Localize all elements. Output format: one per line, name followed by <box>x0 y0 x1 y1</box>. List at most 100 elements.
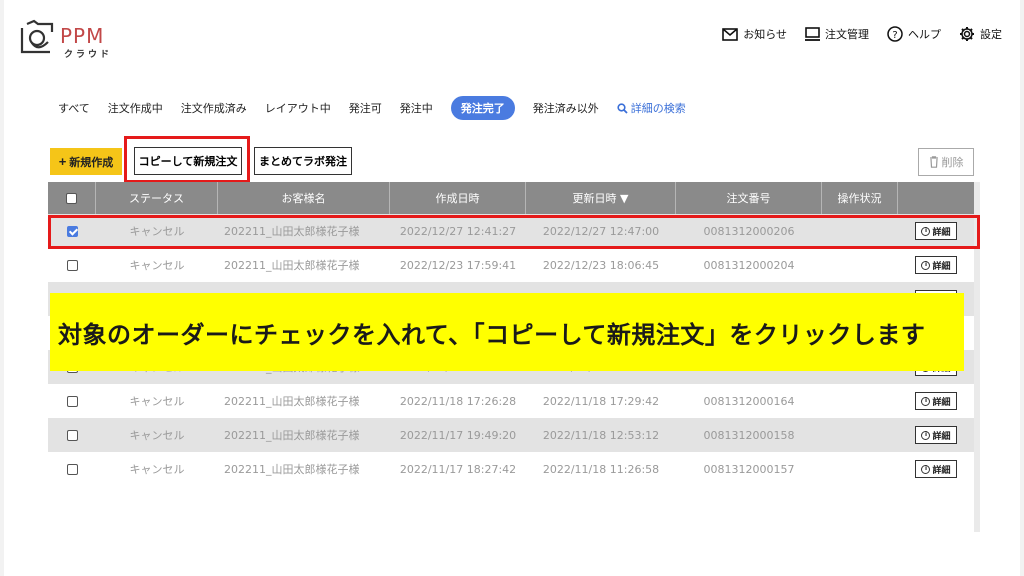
table-scrollbar[interactable] <box>974 182 980 532</box>
tab-ordering[interactable]: 発注中 <box>400 100 433 116</box>
header-status[interactable]: ステータス <box>96 182 218 214</box>
row-select[interactable] <box>48 248 96 282</box>
row-status: キャンセル <box>129 259 185 272</box>
row-created: 2022/11/17 19:49:20 <box>399 428 517 442</box>
tab-order-created[interactable]: 注文作成済み <box>181 100 247 116</box>
row-updated: 2022/12/23 18:06:45 <box>542 258 660 272</box>
detail-button[interactable]: i詳細 <box>915 426 957 444</box>
info-icon: i <box>921 464 931 474</box>
row-select[interactable] <box>48 452 96 486</box>
row-actions: i詳細 <box>898 214 974 248</box>
row-created: 2022/11/18 17:26:28 <box>399 394 517 408</box>
trash-icon <box>929 156 938 168</box>
page-bottom <box>4 536 1020 576</box>
row-status: キャンセル <box>129 463 185 476</box>
header-customer[interactable]: お客様名 <box>218 182 390 214</box>
detail-label: 詳細 <box>932 465 951 476</box>
row-order-number: 0081312000204 <box>703 258 795 272</box>
header-actions <box>898 182 974 214</box>
page: PPM クラウド お知らせ 注文管理 ? ヘルプ 設定 すべて 注文作成中 注文… <box>4 0 1020 576</box>
row-order-number: 0081312000157 <box>703 462 795 476</box>
row-checkbox[interactable] <box>66 225 78 237</box>
bulk-lab-order-button[interactable]: まとめてラボ発注 <box>254 147 352 175</box>
detail-button[interactable]: i詳細 <box>915 256 957 274</box>
detail-button[interactable]: i詳細 <box>915 460 957 478</box>
nav-order-management-label: 注文管理 <box>825 28 869 41</box>
select-all-checkbox[interactable] <box>66 192 77 204</box>
detail-button[interactable]: i詳細 <box>915 392 957 410</box>
table-row[interactable]: キャンセル 202211_山田太郎様花子様 2022/11/18 17:26:28 2… <box>48 384 974 418</box>
row-select[interactable] <box>48 418 96 452</box>
row-status: キャンセル <box>129 225 185 238</box>
row-operation-status <box>822 248 898 282</box>
row-operation-status <box>822 384 898 418</box>
advanced-search-label: 詳細の検索 <box>630 102 686 115</box>
delete-button[interactable]: 削除 <box>918 148 974 176</box>
nav-order-management[interactable]: 注文管理 <box>805 26 869 42</box>
row-updated: 2022/11/18 11:26:58 <box>542 462 660 476</box>
row-updated: 2022/11/18 12:53:12 <box>542 428 660 442</box>
table-row[interactable]: キャンセル 202211_山田太郎様花子様 2022/11/17 19:49:20 2… <box>48 418 974 452</box>
table-header: ステータス お客様名 作成日時 更新日時 ▼ 注文番号 操作状況 <box>48 182 974 214</box>
row-actions: i詳細 <box>898 418 974 452</box>
gear-icon <box>960 27 974 41</box>
tab-in-layout[interactable]: レイアウト中 <box>265 100 331 116</box>
nav-settings[interactable]: 設定 <box>959 26 1002 42</box>
header-updated[interactable]: 更新日時 ▼ <box>526 182 676 214</box>
row-order-number: 0081312000164 <box>703 394 795 408</box>
row-checkbox[interactable] <box>66 429 78 441</box>
row-created: 2022/12/23 17:59:41 <box>399 258 517 272</box>
header-order-number[interactable]: 注文番号 <box>676 182 822 214</box>
table-row[interactable]: キャンセル 202211_山田太郎様花子様 2022/12/23 17:59:41 2… <box>48 248 974 282</box>
row-updated: 2022/12/27 12:47:00 <box>542 224 660 238</box>
row-updated: 2022/11/18 17:29:42 <box>542 394 660 408</box>
tab-all[interactable]: すべて <box>58 100 90 116</box>
tab-order-complete[interactable]: 発注完了 <box>450 96 515 120</box>
row-actions: i詳細 <box>898 248 974 282</box>
nav-notifications-label: お知らせ <box>743 28 787 41</box>
delete-label: 削除 <box>941 157 964 169</box>
plus-icon: + <box>58 154 67 169</box>
detail-button[interactable]: i詳細 <box>915 222 957 240</box>
info-icon: i <box>921 396 931 406</box>
detail-label: 詳細 <box>932 397 951 408</box>
row-select[interactable] <box>48 384 96 418</box>
row-checkbox[interactable] <box>66 395 78 407</box>
monitor-icon <box>805 27 820 41</box>
table-row[interactable]: キャンセル 202211_山田太郎様花子様 2022/12/27 12:41:27 2… <box>48 214 974 248</box>
row-status: キャンセル <box>129 429 185 442</box>
row-checkbox[interactable] <box>66 259 78 271</box>
new-order-button[interactable]: + 新規作成 <box>50 148 122 175</box>
nav-help-label: ヘルプ <box>908 28 941 41</box>
row-customer: 202211_山田太郎様花子様 <box>224 463 360 476</box>
header-select-all[interactable] <box>48 182 96 214</box>
app-logo[interactable]: PPM クラウド <box>18 18 128 60</box>
row-actions: i詳細 <box>898 452 974 486</box>
table-row[interactable]: キャンセル 202211_山田太郎様花子様 2022/11/17 18:27:42 2… <box>48 452 974 486</box>
advanced-search-link[interactable]: 詳細の検索 <box>617 100 686 116</box>
svg-text:?: ? <box>892 30 897 41</box>
row-created: 2022/12/27 12:41:27 <box>399 224 517 238</box>
logo-subtitle: クラウド <box>64 50 113 60</box>
mail-icon <box>722 27 739 41</box>
help-icon: ? <box>887 26 903 42</box>
header-operation-status[interactable]: 操作状況 <box>822 182 898 214</box>
copy-new-order-button[interactable]: コピーして新規注文 <box>134 147 242 175</box>
row-checkbox[interactable] <box>66 463 78 475</box>
header-created[interactable]: 作成日時 <box>390 182 526 214</box>
row-customer: 202211_山田太郎様花子様 <box>224 395 360 408</box>
new-order-label: 新規作成 <box>69 156 114 169</box>
row-operation-status <box>822 214 898 248</box>
logo-name: PPM <box>60 24 105 48</box>
nav-help[interactable]: ? ヘルプ <box>887 26 941 42</box>
search-icon <box>617 102 628 114</box>
tab-not-ordered[interactable]: 発注済み以外 <box>533 100 599 116</box>
row-actions: i詳細 <box>898 384 974 418</box>
row-operation-status <box>822 452 898 486</box>
header-nav: お知らせ 注文管理 ? ヘルプ 設定 <box>722 26 1002 42</box>
tab-order-in-progress[interactable]: 注文作成中 <box>108 100 163 116</box>
tab-orderable[interactable]: 発注可 <box>349 100 382 116</box>
info-icon: i <box>921 260 931 270</box>
nav-notifications[interactable]: お知らせ <box>722 26 787 42</box>
row-select[interactable] <box>48 214 96 248</box>
